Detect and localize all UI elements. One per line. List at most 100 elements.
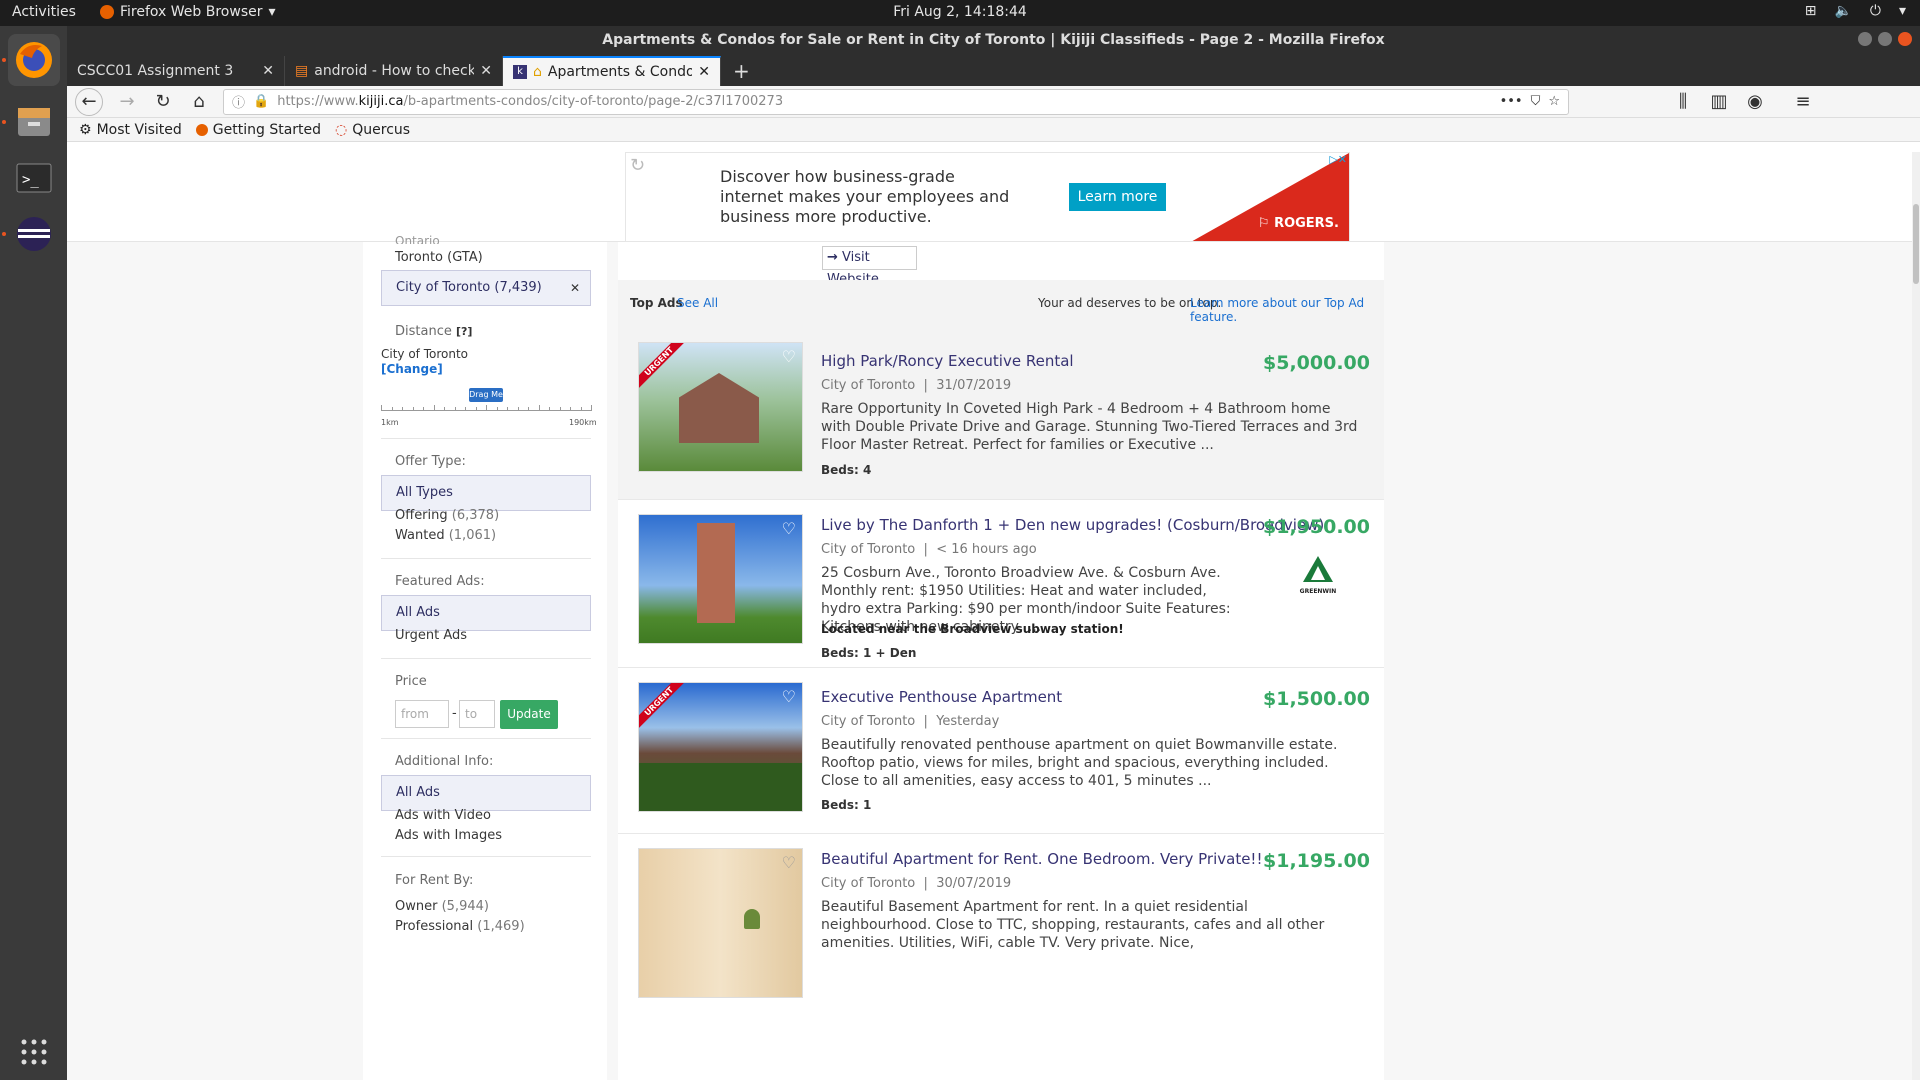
distance-help-link[interactable]: [?] [456,325,472,338]
info-icon[interactable]: ⓘ [232,92,245,111]
offer-offering[interactable]: Offering (6,378) [395,508,499,523]
offer-all-types[interactable]: All Types [381,475,591,511]
listing-thumbnail[interactable]: ♡ [638,514,803,644]
ad-learn-more-button[interactable]: Learn more [1069,183,1166,211]
web-page: ↻ Discover how business-grade internet m… [67,152,1920,1080]
scrollbar-thumb[interactable] [1913,204,1919,284]
bookmark-most-visited[interactable]: ⚙ Most Visited [79,122,182,138]
forward-button[interactable]: → [115,90,139,114]
page-actions-icon[interactable]: ••• [1500,94,1523,109]
featured-all-ads[interactable]: All Ads [381,595,591,631]
listing-card[interactable]: URGENT ♡ High Park/Roncy Executive Renta… [618,328,1384,500]
favorite-heart-icon[interactable]: ♡ [782,853,796,872]
tab-cscc01[interactable]: CSCC01 Assignment 3 ✕ [67,56,285,86]
back-button[interactable]: ← [75,87,103,116]
slider-max-label: 190km [569,418,597,427]
listing-thumbnail[interactable]: URGENT ♡ [638,682,803,812]
price-to-input[interactable]: to [459,700,495,728]
additional-all-ads[interactable]: All Ads [381,775,591,811]
close-tab-icon[interactable]: ✕ [698,64,710,80]
listing-card[interactable]: ♡ Live by The Danforth 1 + Den new upgra… [618,500,1384,668]
firefox-dock-icon[interactable] [8,34,60,86]
divider [381,856,591,857]
new-tab-button[interactable]: + [721,56,762,86]
tab-android[interactable]: ▤ android - How to check d ✕ [285,56,503,86]
listing-card[interactable]: URGENT ♡ Executive Penthouse Apartment C… [618,668,1384,834]
bookmark-star-icon[interactable]: ☆ [1548,94,1560,109]
ad-banner: ↻ Discover how business-grade internet m… [67,152,1920,242]
close-tab-icon[interactable]: ✕ [262,63,274,79]
slider-tick [423,407,424,411]
home-favicon-icon: ⌂ [533,64,542,80]
window-title-bar[interactable]: Apartments & Condos for Sale or Rent in … [67,26,1920,54]
maximize-button[interactable] [1878,32,1892,46]
location-ontario[interactable]: Ontario [395,234,440,244]
listing-title[interactable]: Executive Penthouse Apartment [821,688,1062,706]
files-dock-icon[interactable] [8,96,60,148]
tab-kijiji[interactable]: k ⌂ Apartments & Condos ✕ [503,56,721,86]
system-tray[interactable]: ⊞ 🔈 ⏻ ▾ [1805,3,1906,19]
clock[interactable]: Fri Aug 2, 14:18:44 [0,4,1920,20]
selected-location-label: City of Toronto (7,439) [396,280,542,295]
see-all-link[interactable]: See All [677,296,718,310]
for-rent-by-label: For Rent By: [395,873,474,888]
selected-location[interactable]: City of Toronto (7,439) ✕ [381,270,591,306]
ad-choices-icon[interactable]: ▷✕ [1329,153,1347,166]
promo-link[interactable]: Learn more about our Top Ad feature. [1190,296,1384,324]
listing-thumbnail[interactable]: ♡ [638,848,803,998]
sidebar-icon[interactable]: ▥ [1707,90,1731,114]
slider-handle[interactable]: Drag Me [469,388,503,402]
bookmark-getting-started[interactable]: Getting Started [195,122,321,138]
page-scrollbar[interactable] [1912,152,1920,1080]
location-toronto-gta[interactable]: Toronto (GTA) [395,250,483,265]
rent-by-professional[interactable]: Professional (1,469) [395,919,525,934]
reload-button[interactable]: ↻ [151,90,175,114]
slider-tick [412,407,414,411]
listing-city: City of Toronto [821,714,916,729]
favorite-heart-icon[interactable]: ♡ [782,519,796,538]
home-button[interactable]: ⌂ [187,90,211,114]
bookmarks-toolbar: ⚙ Most Visited Getting Started ◌ Quercus [67,118,1920,142]
close-tab-icon[interactable]: ✕ [480,63,492,79]
favorite-heart-icon[interactable]: ♡ [782,687,796,706]
bookmark-quercus[interactable]: ◌ Quercus [335,122,410,138]
show-applications-button[interactable] [8,1026,60,1078]
distance-slider[interactable]: Drag Me [381,388,592,422]
listing-title[interactable]: High Park/Roncy Executive Rental [821,352,1074,370]
distance-change-link[interactable]: [Change] [381,362,443,376]
slider-tick [570,407,571,411]
listings-column: → Visit Website Top Ads See All Your ad … [618,242,1384,1080]
menu-icon[interactable]: ≡ [1791,90,1815,114]
house-graphic [679,373,759,443]
minimize-button[interactable] [1858,32,1872,46]
favorite-heart-icon[interactable]: ♡ [782,347,796,366]
listing-date: Yesterday [936,714,1000,729]
library-icon[interactable]: ⫼ [1671,90,1695,114]
rogers-ad[interactable]: ↻ Discover how business-grade internet m… [625,152,1350,242]
greenwin-logo-icon [1303,556,1333,582]
featured-urgent-ads[interactable]: Urgent Ads [395,628,467,643]
rent-by-owner[interactable]: Owner (5,944) [395,899,489,914]
wanted-count: (1,061) [448,528,497,543]
remove-location-icon[interactable]: ✕ [570,271,580,305]
offering-label: Offering [395,508,448,523]
listing-title[interactable]: Beautiful Apartment for Rent. One Bedroo… [821,850,1262,868]
terminal-dock-icon[interactable]: >_ [8,152,60,204]
price-update-button[interactable]: Update [500,700,558,729]
listing-title[interactable]: Live by The Danforth 1 + Den new upgrade… [821,516,1324,534]
divider [381,558,591,559]
url-bar[interactable]: ⓘ 🔒 https://www.kijiji.ca/b-apartments-c… [223,88,1569,115]
ads-with-video[interactable]: Ads with Video [395,808,491,823]
tab-label: CSCC01 Assignment 3 [77,63,234,79]
eclipse-dock-icon[interactable] [8,208,60,260]
price-from-input[interactable]: from [395,700,449,728]
dock: >_ [0,26,67,1080]
ads-with-images[interactable]: Ads with Images [395,828,502,843]
listing-thumbnail[interactable]: URGENT ♡ [638,342,803,472]
pocket-icon[interactable]: ⛉ [1531,94,1541,109]
offer-wanted[interactable]: Wanted (1,061) [395,528,496,543]
visit-website-button[interactable]: → Visit Website [822,246,917,287]
account-icon[interactable]: ◉ [1743,90,1767,114]
listing-card[interactable]: ♡ Beautiful Apartment for Rent. One Bedr… [618,834,1384,1080]
close-window-button[interactable] [1898,32,1912,46]
